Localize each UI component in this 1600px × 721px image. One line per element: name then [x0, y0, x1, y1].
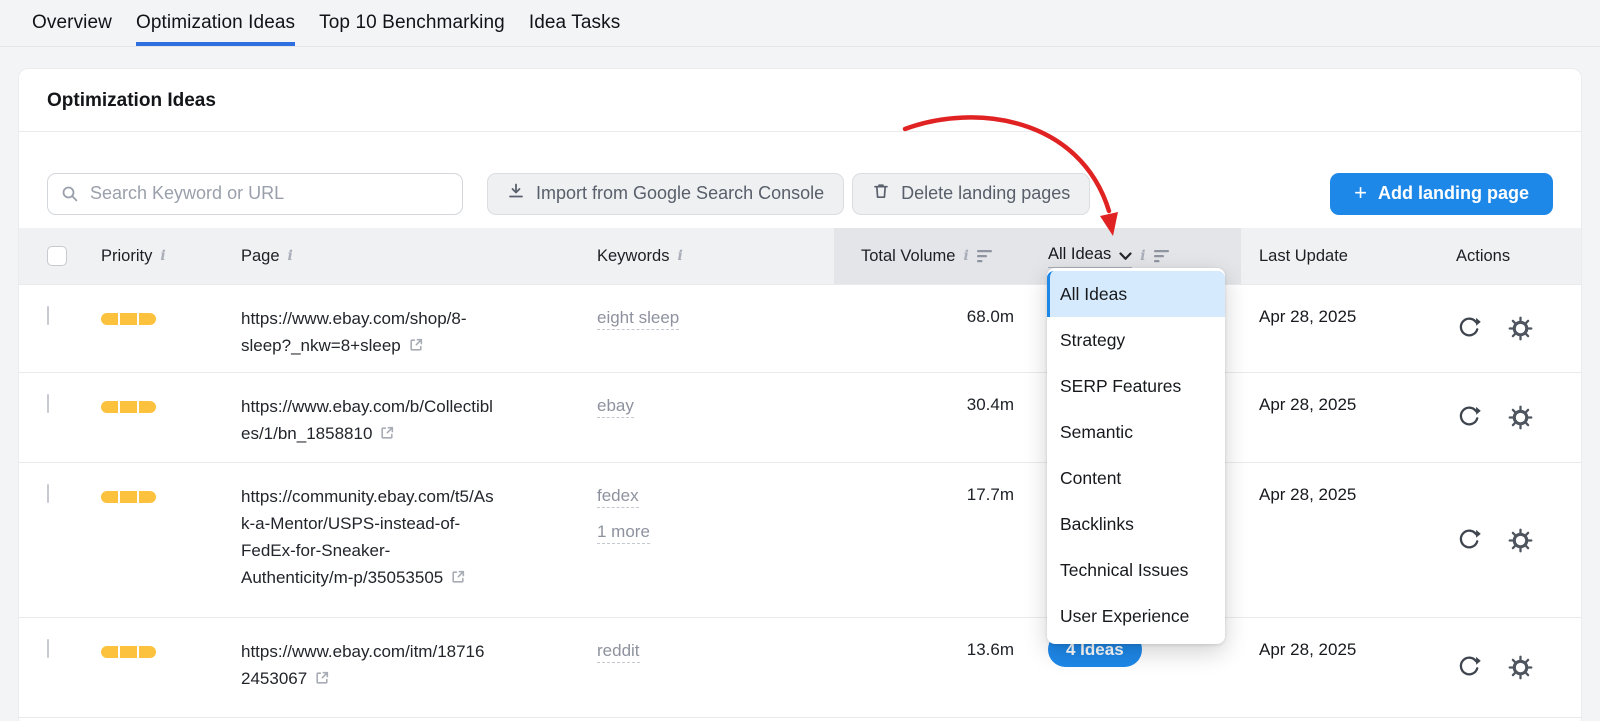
page-url: https://www.ebay.com/shop/8- sleep?_nkw=…	[241, 285, 597, 372]
keyword-link[interactable]: fedex	[597, 485, 639, 508]
refresh-icon[interactable]	[1456, 655, 1481, 680]
more-keywords-link[interactable]: 1 more	[597, 521, 650, 544]
keyword-link[interactable]: ebay	[597, 395, 634, 418]
search-icon	[61, 185, 79, 208]
page-url: https://www.ebay.com/itm/18716 2453067	[241, 618, 597, 717]
last-update-value: Apr 28, 2025	[1241, 463, 1441, 617]
optimization-ideas-panel: Optimization Ideas Import from Google Se…	[18, 68, 1582, 721]
external-link-icon[interactable]	[450, 566, 466, 593]
total-volume-sort-icon[interactable]	[977, 249, 993, 263]
total-volume-value: 68.0m	[834, 285, 1014, 372]
search-box	[47, 173, 463, 215]
trash-icon	[872, 182, 890, 205]
last-update-value: Apr 28, 2025	[1241, 618, 1441, 717]
import-gsc-label: Import from Google Search Console	[536, 183, 824, 204]
dropdown-item-user-experience[interactable]: User Experience	[1047, 593, 1225, 639]
priority-indicator	[101, 313, 241, 325]
table-row: https://community.ebay.com/t5/As k-a-Men…	[19, 462, 1581, 617]
chevron-down-icon	[1119, 247, 1132, 266]
last-update-value: Apr 28, 2025	[1241, 373, 1441, 462]
ideas-info-icon[interactable]: i	[1140, 249, 1145, 263]
row-checkbox[interactable]	[47, 639, 49, 658]
external-link-icon[interactable]	[379, 422, 395, 449]
delete-landing-pages-button[interactable]: Delete landing pages	[852, 173, 1090, 215]
dropdown-item-semantic[interactable]: Semantic	[1047, 409, 1225, 455]
settings-gear-icon[interactable]	[1508, 316, 1533, 341]
tab-optimization-ideas[interactable]: Optimization Ideas	[136, 0, 295, 46]
page-url: https://community.ebay.com/t5/As k-a-Men…	[241, 463, 597, 617]
row-checkbox[interactable]	[47, 306, 49, 325]
add-landing-page-label: Add landing page	[1378, 183, 1529, 204]
total-volume-info-icon[interactable]: i	[963, 249, 968, 263]
page-info-icon[interactable]: i	[288, 249, 293, 263]
actions-column-header: Actions	[1456, 247, 1510, 266]
table-bottom-divider	[19, 717, 1581, 721]
keywords-info-icon[interactable]: i	[677, 249, 682, 263]
table-header-row: Priority i Page i Keywords i Total Volum…	[19, 228, 1581, 284]
dropdown-item-serp-features[interactable]: SERP Features	[1047, 363, 1225, 409]
priority-indicator	[101, 491, 241, 503]
ideas-filter-value: All Ideas	[1048, 245, 1111, 264]
settings-gear-icon[interactable]	[1508, 655, 1533, 680]
keywords-column-header: Keywords	[597, 247, 669, 266]
select-all-checkbox[interactable]	[47, 246, 67, 266]
panel-title: Optimization Ideas	[19, 69, 1581, 132]
ideas-filter-trigger[interactable]: All Ideas	[1048, 245, 1132, 268]
total-volume-value: 30.4m	[834, 373, 1014, 462]
download-icon	[507, 182, 525, 205]
table-row: https://www.ebay.com/b/Collectibl es/1/b…	[19, 372, 1581, 462]
settings-gear-icon[interactable]	[1508, 528, 1533, 553]
toolbar: Import from Google Search Console Delete…	[19, 132, 1581, 228]
total-volume-value: 13.6m	[834, 618, 1014, 717]
table-row: https://www.ebay.com/itm/18716 2453067 r…	[19, 617, 1581, 717]
settings-gear-icon[interactable]	[1508, 405, 1533, 430]
add-landing-page-button[interactable]: + Add landing page	[1330, 173, 1553, 215]
search-input[interactable]	[47, 173, 463, 215]
dropdown-item-all-ideas[interactable]: All Ideas	[1047, 271, 1225, 317]
priority-indicator	[101, 646, 241, 658]
priority-info-icon[interactable]: i	[160, 249, 165, 263]
refresh-icon[interactable]	[1456, 316, 1481, 341]
external-link-icon[interactable]	[408, 334, 424, 361]
ideas-filter-dropdown: All Ideas Strategy SERP Features Semanti…	[1047, 268, 1225, 644]
total-volume-column-header: Total Volume	[861, 247, 955, 266]
keyword-link[interactable]: eight sleep	[597, 307, 679, 330]
table-row: https://www.ebay.com/shop/8- sleep?_nkw=…	[19, 284, 1581, 372]
row-checkbox[interactable]	[47, 484, 49, 503]
tab-idea-tasks[interactable]: Idea Tasks	[529, 0, 620, 46]
dropdown-item-strategy[interactable]: Strategy	[1047, 317, 1225, 363]
dropdown-item-backlinks[interactable]: Backlinks	[1047, 501, 1225, 547]
plus-icon: +	[1354, 182, 1367, 204]
last-update-value: Apr 28, 2025	[1241, 285, 1441, 372]
top-tab-bar: Overview Optimization Ideas Top 10 Bench…	[0, 0, 1600, 47]
refresh-icon[interactable]	[1456, 528, 1481, 553]
keyword-link[interactable]: reddit	[597, 640, 640, 663]
dropdown-item-technical-issues[interactable]: Technical Issues	[1047, 547, 1225, 593]
total-volume-value: 17.7m	[834, 463, 1014, 617]
tab-top-10-benchmarking[interactable]: Top 10 Benchmarking	[319, 0, 505, 46]
last-update-column-header: Last Update	[1259, 247, 1348, 266]
external-link-icon[interactable]	[314, 667, 330, 694]
priority-indicator	[101, 401, 241, 413]
row-checkbox[interactable]	[47, 394, 49, 413]
priority-column-header: Priority	[101, 247, 152, 266]
import-gsc-button[interactable]: Import from Google Search Console	[487, 173, 844, 215]
dropdown-item-content[interactable]: Content	[1047, 455, 1225, 501]
delete-landing-pages-label: Delete landing pages	[901, 183, 1070, 204]
page-url: https://www.ebay.com/b/Collectibl es/1/b…	[241, 373, 597, 462]
refresh-icon[interactable]	[1456, 405, 1481, 430]
tab-overview[interactable]: Overview	[32, 0, 112, 46]
page-column-header: Page	[241, 247, 280, 266]
ideas-sort-icon[interactable]	[1154, 249, 1170, 263]
